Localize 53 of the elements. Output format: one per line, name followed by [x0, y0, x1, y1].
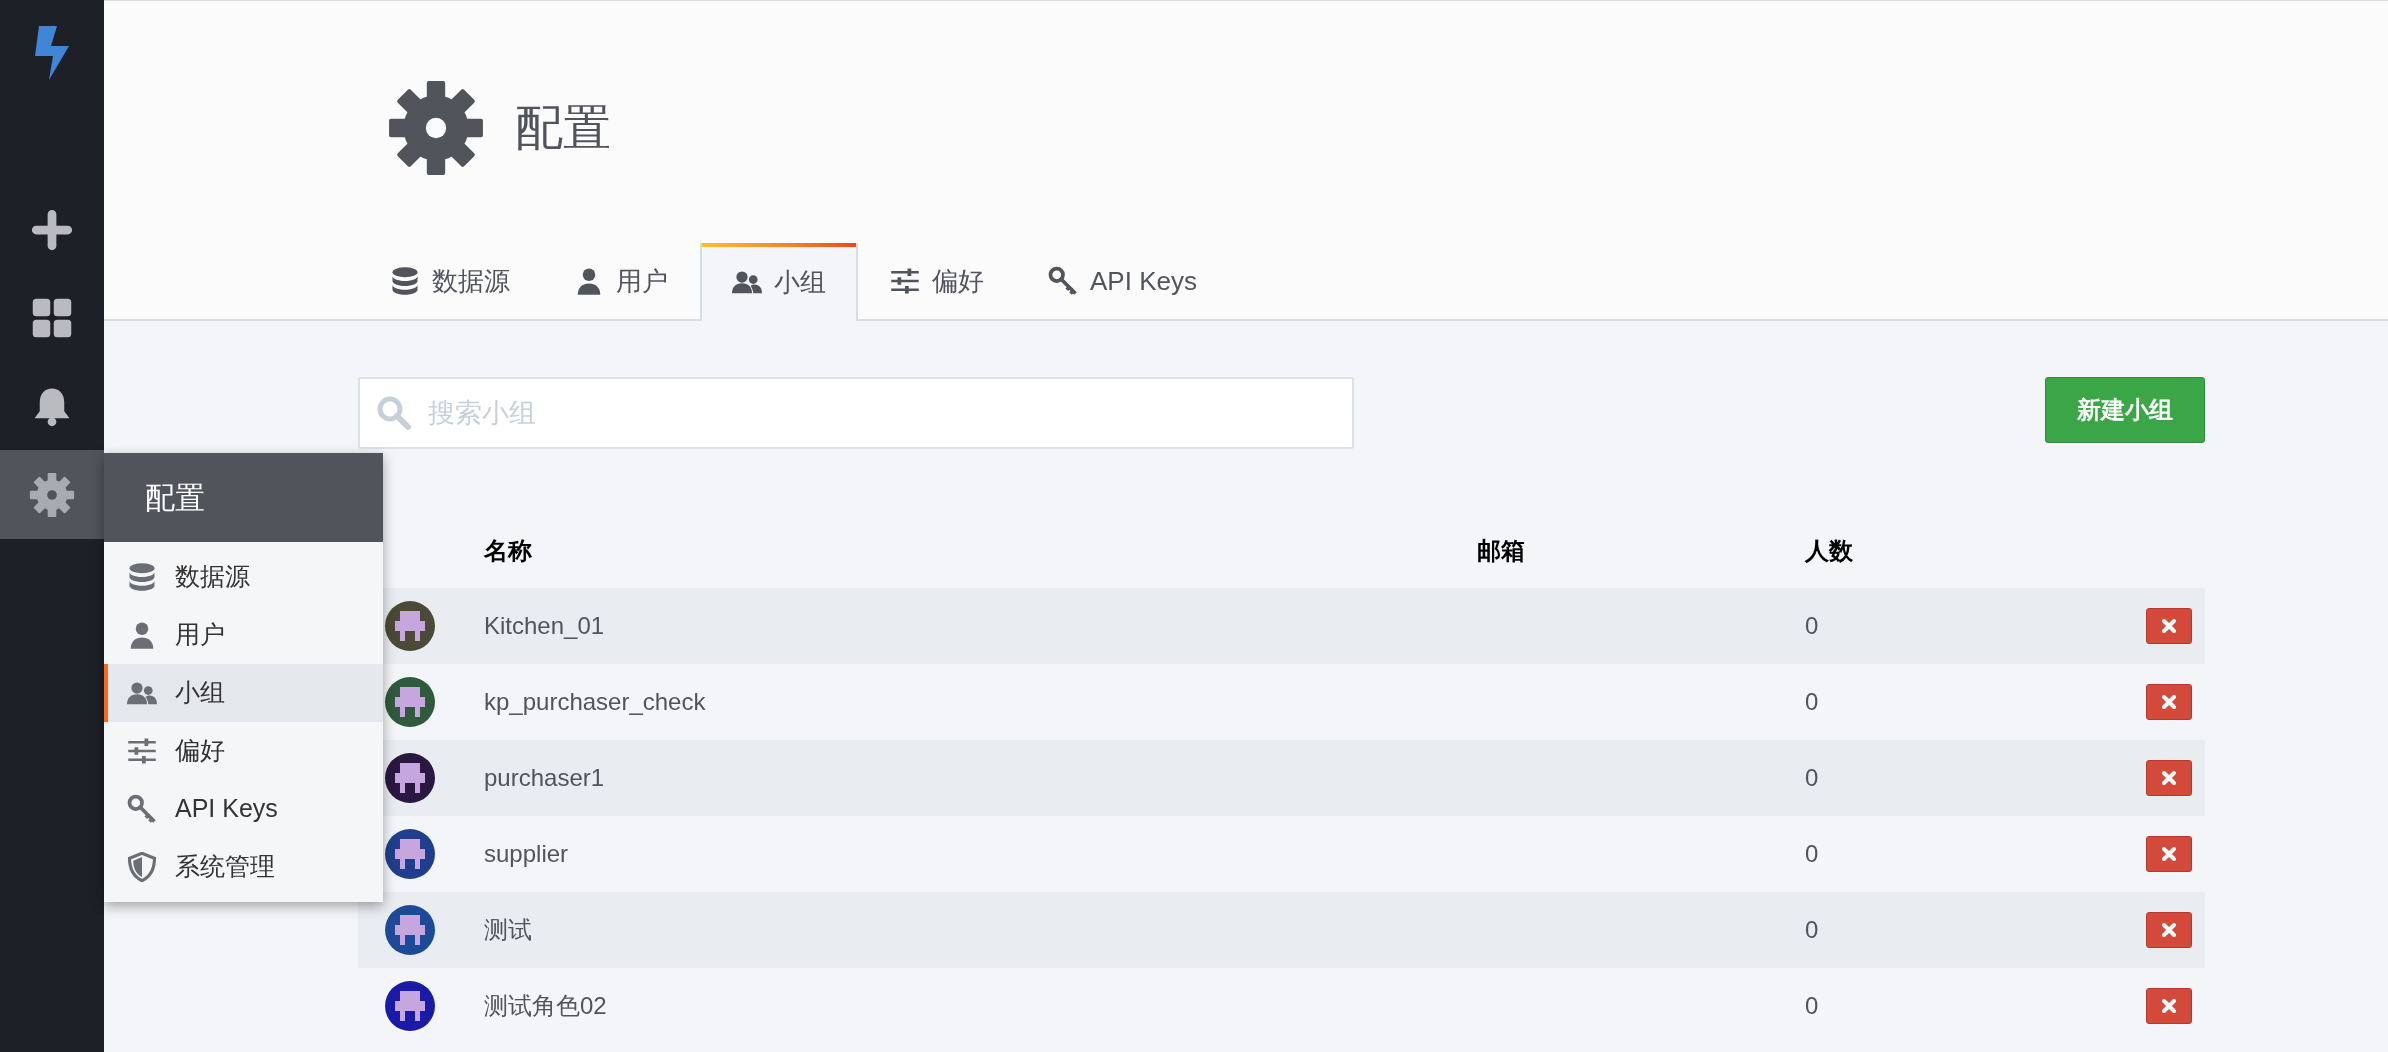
delete-button[interactable]: [2146, 912, 2192, 948]
shield-icon: [127, 852, 157, 882]
menu-title: 配置: [145, 480, 205, 516]
member-count: 0: [1805, 612, 1819, 639]
member-count: 0: [1805, 916, 1819, 943]
close-icon: [2161, 846, 2177, 862]
search-icon: [376, 395, 412, 431]
delete-button[interactable]: [2146, 608, 2192, 644]
group-name: 测试: [484, 916, 532, 943]
close-icon: [2161, 770, 2177, 786]
tab[interactable]: 用户: [542, 243, 700, 321]
key-icon: [127, 794, 157, 824]
member-count: 0: [1805, 764, 1819, 791]
menu-item[interactable]: API Keys: [104, 780, 383, 838]
column-header: 邮箱: [1477, 537, 1525, 564]
group-name: supplier: [484, 840, 569, 867]
tab[interactable]: 小组: [700, 243, 858, 321]
settings-icon: [28, 470, 76, 519]
sliders-icon: [890, 266, 920, 296]
sliders-icon: [127, 736, 157, 766]
menu-item[interactable]: 用户: [104, 606, 383, 664]
delete-button[interactable]: [2146, 760, 2192, 796]
close-icon: [2161, 922, 2177, 938]
column-header: 人数: [1805, 537, 1853, 564]
plus-icon: [31, 209, 73, 251]
menu-item[interactable]: 小组: [104, 664, 383, 722]
menu-item[interactable]: 数据源: [104, 548, 383, 606]
member-count: 0: [1805, 992, 1819, 1019]
sidebar-item[interactable]: [0, 450, 104, 539]
close-icon: [2161, 618, 2177, 634]
group-name: 测试角色02: [484, 992, 607, 1019]
close-icon: [2161, 998, 2177, 1014]
group-name: purchaser1: [484, 764, 605, 791]
group-name: Kitchen_01: [484, 612, 605, 639]
delete-button[interactable]: [2146, 988, 2192, 1024]
close-icon: [2161, 694, 2177, 710]
column-header: 名称: [484, 537, 532, 564]
grid-icon: [31, 297, 73, 339]
group-name: kp_purchaser_check: [484, 688, 706, 715]
menu-item[interactable]: 系统管理: [104, 838, 383, 896]
delete-button[interactable]: [2146, 836, 2192, 872]
search-field[interactable]: 搜索小组: [358, 377, 1354, 449]
member-count: 0: [1805, 840, 1819, 867]
tab[interactable]: API Keys: [1016, 243, 1229, 321]
tab[interactable]: 数据源: [358, 243, 542, 321]
delete-button[interactable]: [2146, 684, 2192, 720]
database-icon: [390, 266, 420, 296]
menu-item[interactable]: 偏好: [104, 722, 383, 780]
key-icon: [1048, 266, 1078, 296]
database-icon: [127, 562, 157, 592]
tab[interactable]: 偏好: [858, 243, 1016, 321]
member-count: 0: [1805, 688, 1819, 715]
page-title: 配置: [515, 100, 611, 156]
